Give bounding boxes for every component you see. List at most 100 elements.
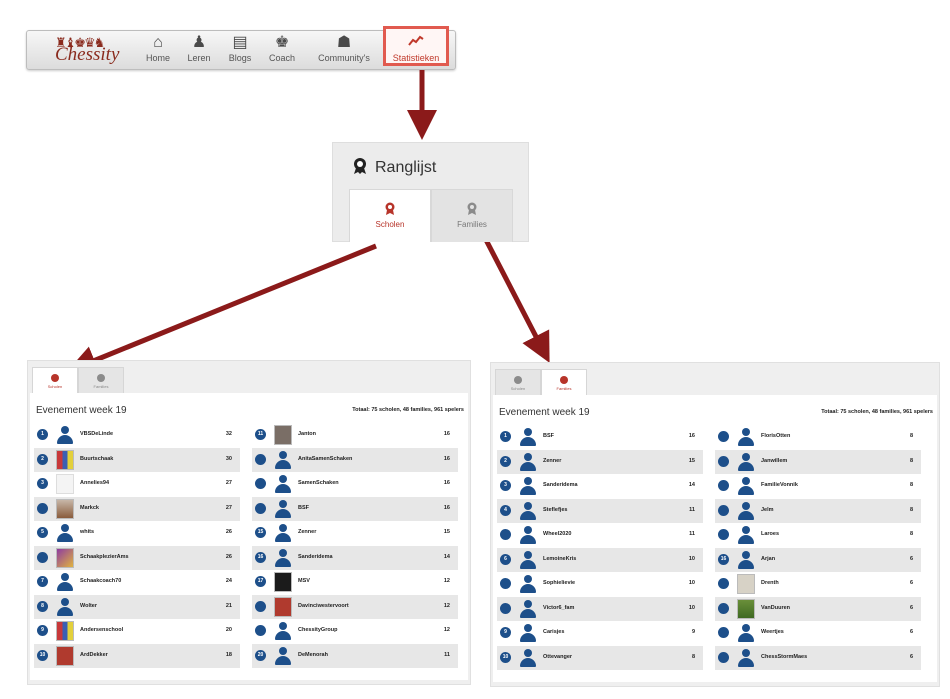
ranking-row[interactable]: 10 Ottevanger 8 <box>497 645 703 670</box>
player-name[interactable]: Sanderidema <box>298 554 333 560</box>
player-name[interactable]: Buurtschaak <box>80 456 113 462</box>
player-name[interactable]: Weertjes <box>761 629 784 635</box>
ranking-row[interactable]: 6 LemoineKris 10 <box>497 547 703 572</box>
player-name[interactable]: VanDuuren <box>761 605 790 611</box>
ranking-row[interactable]: 10 ArdDekker 18 <box>34 643 240 668</box>
ranking-row[interactable]: 2 Zenner 15 <box>497 449 703 474</box>
player-name[interactable]: Sophielievie <box>543 580 575 586</box>
player-name[interactable]: ChessStormMaes <box>761 654 807 660</box>
player-name[interactable]: BSF <box>298 505 309 511</box>
player-name[interactable]: Steflefjes <box>543 507 567 513</box>
ranking-row[interactable]: Drenth 6 <box>715 572 921 597</box>
player-name[interactable]: Carisjes <box>543 629 564 635</box>
player-name[interactable]: Drenth <box>761 580 779 586</box>
ranking-row[interactable]: ChessityGroup 12 <box>252 619 458 644</box>
player-name[interactable]: DeMenorah <box>298 652 328 658</box>
player-name[interactable]: Zenner <box>298 529 316 535</box>
player-name[interactable]: BSF <box>543 433 554 439</box>
ranking-row[interactable]: Markck 27 <box>34 496 240 521</box>
chessity-logo[interactable]: ♜♝♚♛♞ Chessity <box>45 35 135 65</box>
nav-item-statistieken[interactable]: Statistieken <box>383 26 449 66</box>
player-name[interactable]: Annelies94 <box>80 480 109 486</box>
ranking-row[interactable]: 5 whits 26 <box>34 521 240 546</box>
ranking-row[interactable]: ChessStormMaes 6 <box>715 645 921 670</box>
tab-families[interactable]: Families <box>431 189 513 242</box>
nav-item-blogs[interactable]: ▤ Blogs <box>221 33 259 67</box>
player-name[interactable]: Janwillem <box>761 458 787 464</box>
ranking-row[interactable]: Davinciwestervoort 12 <box>252 594 458 619</box>
ranking-row[interactable]: Sophielievie 10 <box>497 572 703 597</box>
player-score: 6 <box>909 629 913 635</box>
player-name[interactable]: Arjan <box>761 556 775 562</box>
tab-scholen[interactable]: Scholen <box>349 189 431 242</box>
player-name[interactable]: Markck <box>80 505 99 511</box>
ranking-row[interactable]: Victor6_fam 10 <box>497 596 703 621</box>
nav-item-communitys[interactable]: ☗ Community's <box>311 33 377 67</box>
player-score: 11 <box>689 531 695 537</box>
ranking-row[interactable]: AnitaSamenSchaken 16 <box>252 447 458 472</box>
ranking-row[interactable]: 15 Zenner 15 <box>252 521 458 546</box>
ranking-row[interactable]: 4 Steflefjes 11 <box>497 498 703 523</box>
nav-item-leren[interactable]: ♟ Leren <box>181 33 217 67</box>
ranking-row[interactable]: 16 Arjan 6 <box>715 547 921 572</box>
player-name[interactable]: Ottevanger <box>543 654 572 660</box>
player-name[interactable]: Laroes <box>761 531 779 537</box>
panel-tab-scholen[interactable]: Scholen <box>495 369 541 396</box>
player-name[interactable]: ArdDekker <box>80 652 108 658</box>
rank-badge <box>718 480 729 491</box>
panel-tab-families[interactable]: Families <box>78 367 124 394</box>
ranking-row[interactable]: BSF 16 <box>252 496 458 521</box>
player-name[interactable]: Wolter <box>80 603 97 609</box>
player-name[interactable]: Victor6_fam <box>543 605 574 611</box>
ranking-row[interactable]: Janwillem 8 <box>715 449 921 474</box>
player-name[interactable]: Janton <box>298 431 316 437</box>
player-name[interactable]: ChessityGroup <box>298 627 337 633</box>
nav-item-home[interactable]: ⌂ Home <box>137 33 179 67</box>
player-name[interactable]: FamilieVonnik <box>761 482 798 488</box>
ranking-column-left: 1 VBSDeLinde 32 2 Buurtschaak 30 3 Annelies94 27… <box>34 423 240 668</box>
ranking-row[interactable]: Weertjes 6 <box>715 621 921 646</box>
ranking-row[interactable]: 7 Schaakcoach70 24 <box>34 570 240 595</box>
player-score: 8 <box>909 457 913 464</box>
player-name[interactable]: Schaakcoach70 <box>80 578 121 584</box>
panel-tab-scholen[interactable]: Scholen <box>32 367 78 394</box>
player-name[interactable]: MSV <box>298 578 310 584</box>
ranking-row[interactable]: 17 MSV 12 <box>252 570 458 595</box>
ranking-row[interactable]: FlorisOtten 8 <box>715 425 921 450</box>
player-name[interactable]: AnitaSamenSchaken <box>298 456 352 462</box>
player-name[interactable]: VBSDeLinde <box>80 431 113 437</box>
player-name[interactable]: LemoineKris <box>543 556 576 562</box>
ranking-row[interactable]: 3 Annelies94 27 <box>34 472 240 497</box>
ranking-row[interactable]: 1 VBSDeLinde 32 <box>34 423 240 448</box>
player-name[interactable]: SamenSchaken <box>298 480 339 486</box>
player-name[interactable]: Wheel2020 <box>543 531 571 537</box>
player-name[interactable]: whits <box>80 529 94 535</box>
player-name[interactable]: Zenner <box>543 458 561 464</box>
ranking-row[interactable]: FamilieVonnik 8 <box>715 474 921 499</box>
ranking-row[interactable]: 8 Wolter 21 <box>34 594 240 619</box>
ranking-row[interactable]: Wheel2020 11 <box>497 523 703 548</box>
panel-tab-families[interactable]: Families <box>541 369 587 396</box>
ranking-row[interactable]: SchaakplezierAms 26 <box>34 545 240 570</box>
player-name[interactable]: FlorisOtten <box>761 433 790 439</box>
ranking-row[interactable]: VanDuuren 6 <box>715 596 921 621</box>
ranking-row[interactable]: 2 Buurtschaak 30 <box>34 447 240 472</box>
ranking-row[interactable]: 11 Janton 16 <box>252 423 458 448</box>
player-name[interactable]: SchaakplezierAms <box>80 554 129 560</box>
nav-item-coach[interactable]: ♚ Coach <box>263 33 301 67</box>
ranking-row[interactable]: 9 Andersenschool 20 <box>34 619 240 644</box>
ranking-row[interactable]: Jelm 8 <box>715 498 921 523</box>
newspaper-icon: ▤ <box>232 34 248 51</box>
player-name[interactable]: Sanderidema <box>543 482 578 488</box>
ranking-row[interactable]: 3 Sanderidema 14 <box>497 474 703 499</box>
ranking-row[interactable]: 9 Carisjes 9 <box>497 621 703 646</box>
player-name[interactable]: Andersenschool <box>80 627 123 633</box>
ranking-row[interactable]: SamenSchaken 16 <box>252 472 458 497</box>
ranking-row[interactable]: 20 DeMenorah 11 <box>252 643 458 668</box>
player-name[interactable]: Davinciwestervoort <box>298 603 349 609</box>
player-name[interactable]: Jelm <box>761 507 774 513</box>
ranking-row[interactable]: 1 BSF 16 <box>497 425 703 450</box>
player-score: 15 <box>688 457 695 464</box>
ranking-row[interactable]: 16 Sanderidema 14 <box>252 545 458 570</box>
ranking-row[interactable]: Laroes 8 <box>715 523 921 548</box>
